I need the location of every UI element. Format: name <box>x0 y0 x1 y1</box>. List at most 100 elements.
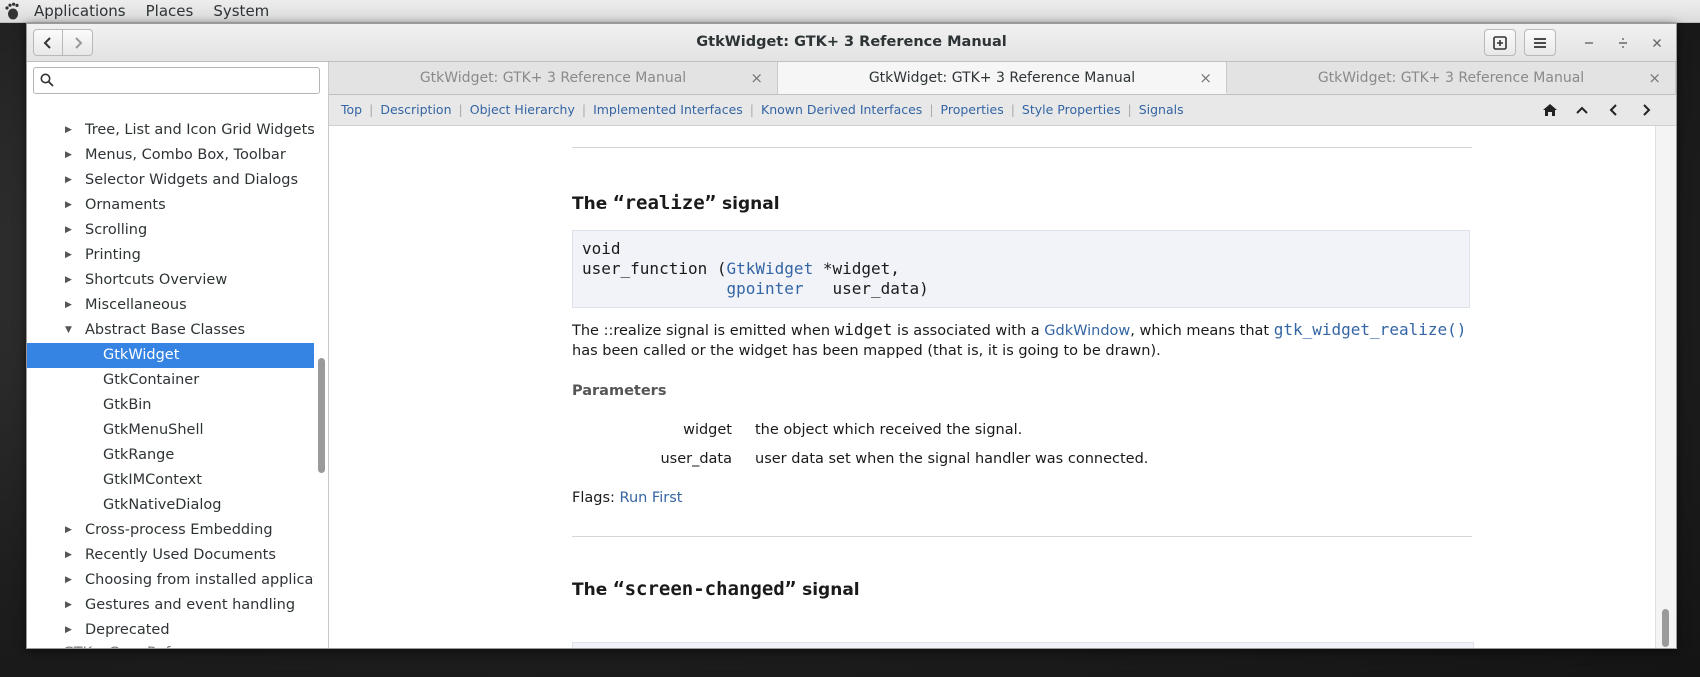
tree-item[interactable]: ▼ Abstract Base Classes <box>27 318 314 343</box>
expander-closed-icon[interactable]: ▶ <box>65 143 77 168</box>
signal-description: The ::realize signal is emitted when wid… <box>572 320 1467 359</box>
new-tab-icon <box>1493 35 1507 50</box>
tree-item-label: Selector Widgets and Dialogs <box>85 172 299 188</box>
tree-item[interactable]: ▶ Scrolling <box>27 218 314 243</box>
home-icon[interactable] <box>1540 100 1560 120</box>
nav-link-description[interactable]: Description <box>380 102 451 117</box>
tab-label: GtkWidget: GTK+ 3 Reference Manual <box>868 70 1136 86</box>
tree-item[interactable]: ▶ Shortcuts Overview <box>27 268 314 293</box>
close-window-button[interactable] <box>1644 30 1670 56</box>
maximize-button[interactable] <box>1610 30 1636 56</box>
sidebar-scroll-thumb[interactable] <box>318 358 325 473</box>
chevron-up-icon[interactable] <box>1572 100 1592 120</box>
tab-bar: GtkWidget: GTK+ 3 Reference Manual × GtkWi… <box>329 62 1676 95</box>
tree-item-label: Shortcuts Overview <box>85 272 228 288</box>
gtkwidget-type-link[interactable]: GtkWidget <box>727 259 814 278</box>
tree-item-label: Abstract Base Classes <box>85 322 246 338</box>
expander-closed-icon[interactable]: ▶ <box>65 243 77 268</box>
chevron-right-icon[interactable] <box>1636 100 1656 120</box>
tree-item[interactable]: ▶ Menus, Combo Box, Toolbar <box>27 143 314 168</box>
sidebar-scrollbar[interactable] <box>316 100 326 648</box>
expander-closed-icon[interactable]: ▶ <box>65 518 77 543</box>
close-tab-icon[interactable]: × <box>1648 62 1661 94</box>
header-bar: GtkWidget: GTK+ 3 Reference Manual <box>27 24 1676 62</box>
nav-link-object-hierarchy[interactable]: Object Hierarchy <box>470 102 575 117</box>
content-scroll-thumb[interactable] <box>1662 609 1669 647</box>
tree-item[interactable]: GtkRange <box>27 443 314 468</box>
tree-item[interactable]: ▶ Ornaments <box>27 193 314 218</box>
nav-link-top[interactable]: Top <box>341 102 362 117</box>
tab-1[interactable]: GtkWidget: GTK+ 3 Reference Manual × <box>329 62 778 94</box>
tree-item[interactable]: GtkIMContext <box>27 468 314 493</box>
tree-item[interactable]: ▶ Deprecated <box>27 618 314 643</box>
doc-navigation: Top | Description | Object Hierarchy | Impleme… <box>329 95 1676 126</box>
tree-item[interactable]: GtkWidget <box>27 343 314 368</box>
expander-closed-icon[interactable]: ▶ <box>65 593 77 618</box>
top-panel: Applications Places System <box>0 0 1700 23</box>
minimize-button[interactable] <box>1576 30 1602 56</box>
param-name: user_data <box>660 451 732 467</box>
tree-item-label: GtkNativeDialog <box>103 497 222 513</box>
expander-closed-icon[interactable]: ▶ <box>65 168 77 193</box>
tree-item[interactable]: ▶ Gestures and event handling <box>27 593 314 618</box>
tree-item[interactable]: ▶ Miscellaneous <box>27 293 314 318</box>
main-menu-button[interactable] <box>1524 29 1556 56</box>
nav-link-properties[interactable]: Properties <box>941 102 1004 117</box>
tree-item[interactable]: GtkContainer <box>27 368 314 393</box>
tree-item[interactable]: ▶ Recently Used Documents <box>27 543 314 568</box>
nav-link-known-derived-interfaces[interactable]: Known Derived Interfaces <box>761 102 922 117</box>
forward-button[interactable] <box>63 29 93 56</box>
gnome-foot-icon[interactable] <box>0 0 24 22</box>
tree-item[interactable]: GtkMenuShell <box>27 418 314 443</box>
tree-item[interactable]: ▶ Printing <box>27 243 314 268</box>
expander-closed-icon[interactable]: ▶ <box>65 218 77 243</box>
gtk-widget-realize-link[interactable]: gtk_widget_realize() <box>1274 320 1467 339</box>
tree-item[interactable]: ▶ Tree, List and Icon Grid Widgets <box>27 118 314 143</box>
back-button[interactable] <box>33 29 63 56</box>
tree-item[interactable]: ▶ Selector Widgets and Dialogs <box>27 168 314 193</box>
nav-link-implemented-interfaces[interactable]: Implemented Interfaces <box>593 102 743 117</box>
tree-item-partial[interactable]: Multiline Text Editor <box>27 100 314 118</box>
nav-link-style-properties[interactable]: Style Properties <box>1022 102 1121 117</box>
expander-closed-icon[interactable]: ▶ <box>65 568 77 593</box>
tab-3[interactable]: GtkWidget: GTK+ 3 Reference Manual × <box>1227 62 1676 94</box>
devhelp-window: GtkWidget: GTK+ 3 Reference Manual ▶ Tre… <box>26 23 1677 649</box>
menu-places[interactable]: Places <box>136 0 204 22</box>
expander-closed-icon[interactable]: ▶ <box>65 118 77 143</box>
tree-item[interactable]: GtkBin <box>27 393 314 418</box>
expander-closed-icon[interactable]: ▶ <box>65 293 77 318</box>
search-input[interactable] <box>60 71 319 92</box>
menu-applications[interactable]: Applications <box>24 0 136 22</box>
section-links: Top | Description | Object Hierarchy | Impleme… <box>341 95 1184 125</box>
chevron-left-icon[interactable] <box>1604 100 1624 120</box>
tree-item-label: Recently Used Documents <box>85 547 276 563</box>
tab-label: GtkWidget: GTK+ 3 Reference Manual <box>419 70 687 86</box>
search-box[interactable] <box>33 67 320 94</box>
parameters-heading: Parameters <box>572 383 667 399</box>
tree-item[interactable]: ▶ Cross-process Embedding <box>27 518 314 543</box>
tab-2[interactable]: GtkWidget: GTK+ 3 Reference Manual × <box>778 62 1227 94</box>
tree-item-label: GtkBin <box>103 397 152 413</box>
tree-item[interactable]: GtkNativeDialog <box>27 493 314 518</box>
tree-item-label: Deprecated <box>85 622 170 638</box>
nav-link-signals[interactable]: Signals <box>1139 102 1184 117</box>
run-first-link[interactable]: Run First <box>620 490 683 506</box>
expander-closed-icon[interactable]: ▶ <box>65 618 77 643</box>
close-tab-icon[interactable]: × <box>750 62 763 94</box>
tree-item-label: GtkRange <box>103 447 175 463</box>
tree-item[interactable]: ▶ Choosing from installed applicat... <box>27 568 314 593</box>
gdkwindow-link[interactable]: GdkWindow <box>1044 323 1130 339</box>
gpointer-type-link[interactable]: gpointer <box>727 279 804 298</box>
link-separator: | <box>929 102 934 117</box>
expander-closed-icon[interactable]: ▶ <box>65 193 77 218</box>
book-tree: Multiline Text Editor▶Tree, List and Ico… <box>27 100 314 648</box>
expander-closed-icon[interactable]: ▶ <box>65 268 77 293</box>
signal-heading-screen-changed: The “screen-changed” signal <box>572 578 860 600</box>
tree-item-label: GtkMenuShell <box>103 422 204 438</box>
expander-open-icon[interactable]: ▼ <box>65 318 77 343</box>
content-scrollbar[interactable] <box>1655 126 1676 648</box>
close-tab-icon[interactable]: × <box>1199 62 1212 94</box>
menu-system[interactable]: System <box>203 0 279 22</box>
expander-closed-icon[interactable]: ▶ <box>65 543 77 568</box>
new-tab-button[interactable] <box>1484 29 1516 56</box>
